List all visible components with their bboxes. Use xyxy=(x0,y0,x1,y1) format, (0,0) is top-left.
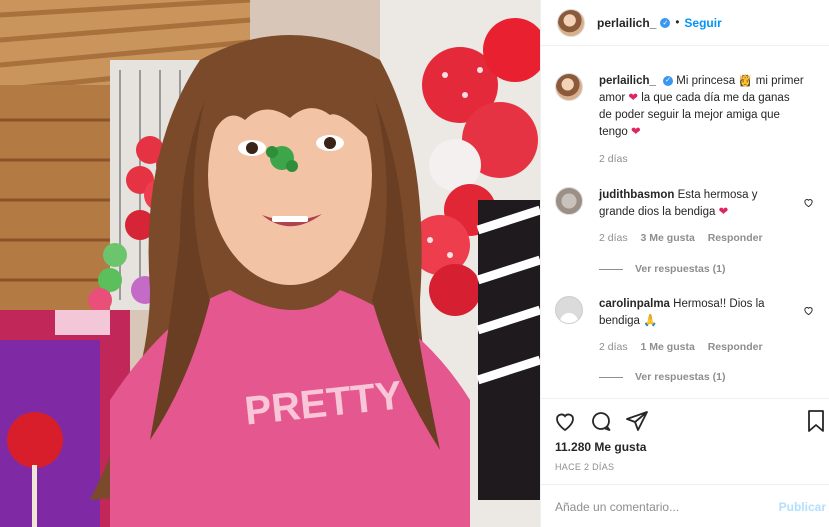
post-side-panel: perlailich_ ✓ • Seguir perlailich_ ✓ Mi … xyxy=(540,0,829,527)
verified-icon: ✓ xyxy=(663,75,674,86)
comment-username[interactable]: carolinpalma xyxy=(599,298,670,310)
comment-icon[interactable] xyxy=(589,409,613,433)
post-time: HACE 2 DÍAS xyxy=(555,462,615,472)
comment-username[interactable]: judithbasmon xyxy=(599,189,674,201)
red-heart-emoji: ❤ xyxy=(630,126,641,138)
view-replies-button[interactable]: Ver respuestas (1) xyxy=(599,263,725,275)
comment-meta: 2 días 1 Me gusta Responder xyxy=(599,341,763,353)
like-count[interactable]: 11.280 Me gusta xyxy=(555,440,646,454)
view-replies-label: Ver respuestas (1) xyxy=(635,371,726,383)
replies-line xyxy=(599,376,623,378)
comment-text: judithbasmon Esta hermosa y grande dios … xyxy=(599,187,789,221)
comments-list[interactable]: perlailich_ ✓ Mi princesa 👸 mi primer am… xyxy=(541,57,829,397)
view-replies-button[interactable]: Ver respuestas (1) xyxy=(599,371,725,383)
replies-line xyxy=(599,268,623,270)
like-comment-heart-icon[interactable] xyxy=(803,305,814,316)
princess-emoji: 👸 xyxy=(738,75,753,87)
comment-time: 2 días xyxy=(599,341,628,353)
author-avatar[interactable] xyxy=(557,8,585,37)
comment-item: carolinpalma Hermosa!! Dios la bendiga 🙏 xyxy=(555,296,816,330)
red-heart-emoji: ❤ xyxy=(628,92,639,104)
red-heart-emoji: ❤ xyxy=(718,206,729,218)
photo-illustration: PRETTY xyxy=(0,0,540,527)
post-photo[interactable]: PRETTY xyxy=(0,0,540,527)
follow-button[interactable]: Seguir xyxy=(684,16,721,30)
comment-likes[interactable]: 3 Me gusta xyxy=(641,232,695,244)
caption-text: perlailich_ ✓ Mi princesa 👸 mi primer am… xyxy=(599,73,804,141)
pray-emoji: 🙏 xyxy=(643,315,658,327)
reply-button[interactable]: Responder xyxy=(708,341,763,353)
comment-item: judithbasmon Esta hermosa y grande dios … xyxy=(555,187,816,221)
commenter-avatar[interactable] xyxy=(555,187,583,215)
share-icon[interactable] xyxy=(625,409,649,433)
view-replies-label: Ver respuestas (1) xyxy=(635,263,726,275)
comment-likes[interactable]: 1 Me gusta xyxy=(641,341,695,353)
bookmark-icon[interactable] xyxy=(804,409,828,433)
like-comment-heart-icon[interactable] xyxy=(803,197,814,208)
comment-text: carolinpalma Hermosa!! Dios la bendiga 🙏 xyxy=(599,296,789,330)
post-header: perlailich_ ✓ • Seguir xyxy=(541,0,829,46)
commenter-avatar-placeholder[interactable] xyxy=(555,296,583,324)
caption-part-1: Mi princesa xyxy=(673,75,739,87)
author-username[interactable]: perlailich_ xyxy=(597,16,656,30)
comment-time: 2 días xyxy=(599,232,628,244)
caption-username[interactable]: perlailich_ xyxy=(599,75,656,87)
comment-meta: 2 días 3 Me gusta Responder xyxy=(599,232,763,244)
comment-input[interactable] xyxy=(555,497,755,517)
caption-avatar[interactable] xyxy=(555,73,583,101)
publish-button[interactable]: Publicar xyxy=(779,500,826,514)
caption-time: 2 días xyxy=(599,153,628,165)
separator-dot: • xyxy=(675,16,680,29)
caption: perlailich_ ✓ Mi princesa 👸 mi primer am… xyxy=(555,73,816,141)
heart-icon[interactable] xyxy=(553,409,577,433)
post-actions xyxy=(541,398,829,442)
comment-composer: Publicar xyxy=(541,484,829,527)
reply-button[interactable]: Responder xyxy=(708,232,763,244)
verified-icon: ✓ xyxy=(660,17,671,28)
